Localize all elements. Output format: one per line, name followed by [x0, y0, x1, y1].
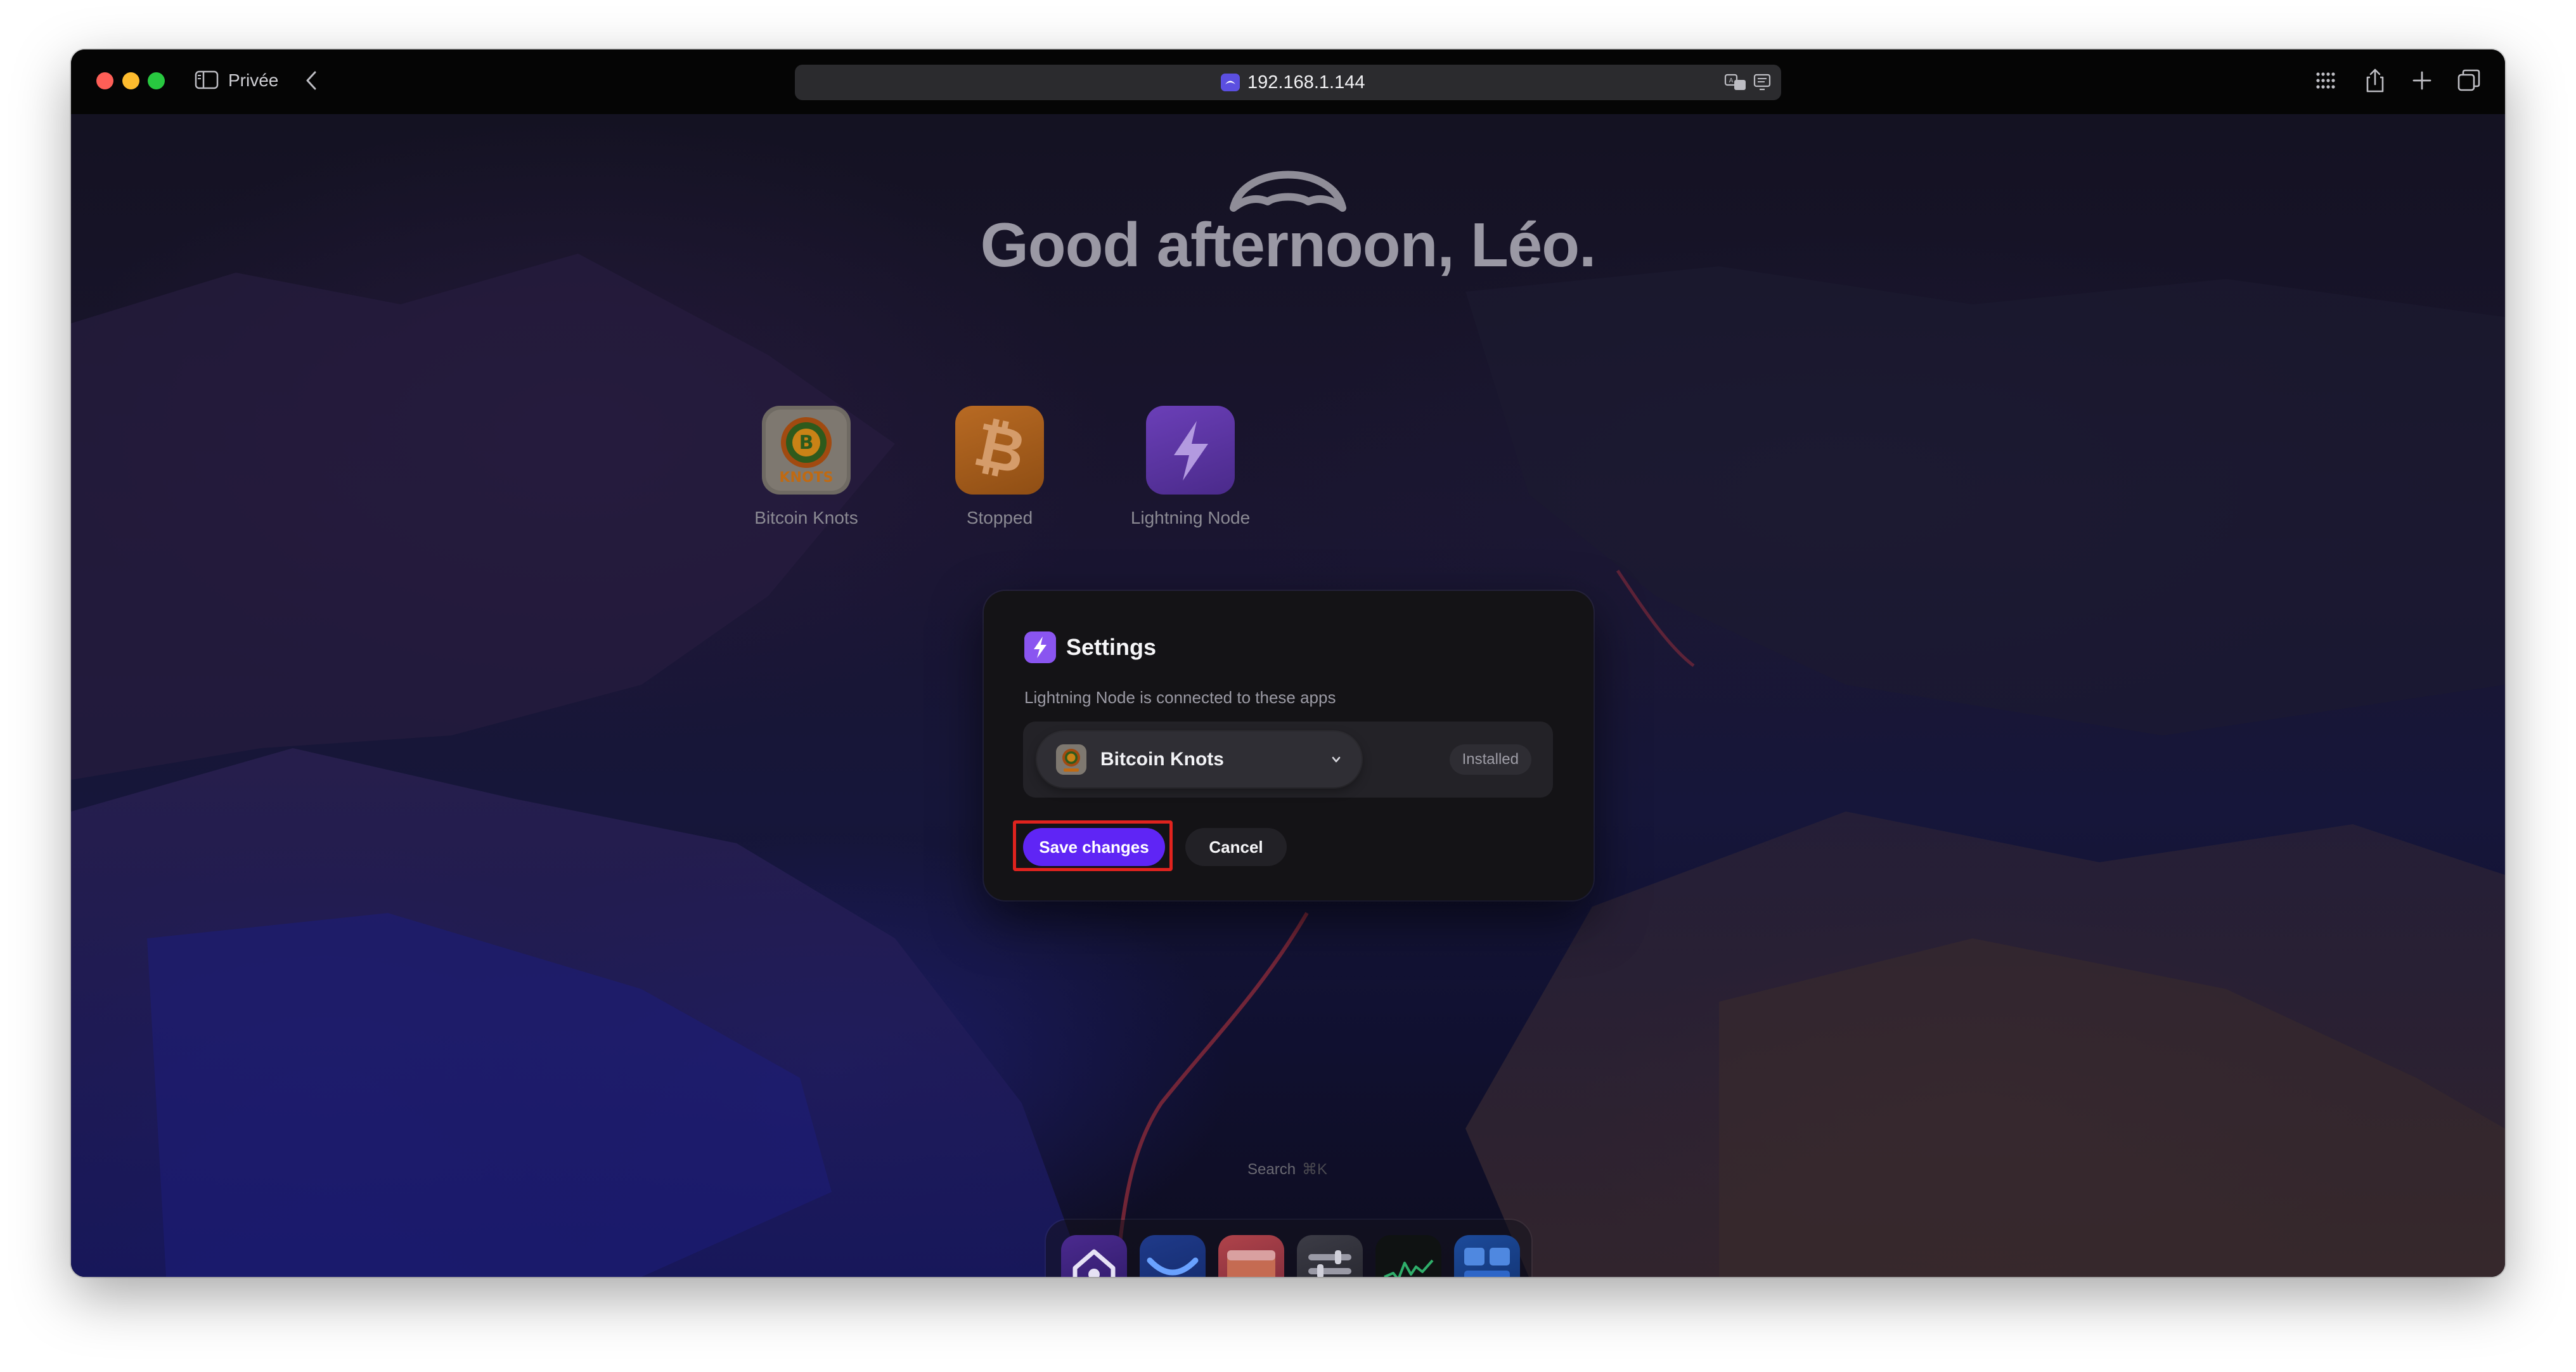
settings-icon — [1308, 1250, 1351, 1277]
connected-app-row: Bitcoin Knots Installed — [1023, 722, 1553, 798]
home-icon — [1072, 1249, 1116, 1277]
translate-icon[interactable]: A — [1724, 72, 1747, 93]
svg-text:B: B — [799, 432, 814, 454]
status-badge: Installed — [1449, 744, 1531, 775]
search-hint[interactable]: Search ⌘K — [1247, 1160, 1327, 1179]
svg-text:₿: ₿ — [969, 408, 1032, 488]
widgets-icon — [1464, 1248, 1510, 1277]
app-label: Stopped — [966, 508, 1033, 527]
app-label: Lightning Node — [1130, 508, 1251, 527]
grid-icon[interactable] — [2312, 67, 2339, 94]
settings-dialog: Settings Lightning Node is connected to … — [984, 591, 1594, 900]
save-changes-button[interactable]: Save changes — [1023, 828, 1165, 866]
reader-icon[interactable] — [1752, 72, 1772, 93]
minimize-window-button[interactable] — [122, 72, 139, 89]
lightning-bolt-icon — [1146, 406, 1235, 495]
address-bar[interactable]: 192.168.1.144 A — [795, 65, 1781, 100]
umbrel-dashboard: Good afternoon, Léo. B KNOTS Bitcoin Kno… — [71, 114, 2505, 1277]
dock-settings-button[interactable] — [1297, 1235, 1363, 1277]
bitcoin-knots-icon — [1056, 744, 1086, 775]
chevron-left-icon[interactable] — [302, 68, 322, 93]
cancel-button[interactable]: Cancel — [1185, 828, 1287, 866]
app-bitcoin-knots[interactable]: B KNOTS Bitcoin Knots — [730, 406, 882, 529]
plus-icon[interactable] — [2409, 67, 2435, 94]
dock-files-button[interactable] — [1218, 1235, 1284, 1277]
sidebar-icon[interactable] — [195, 70, 219, 90]
umbrel-site-icon — [1221, 74, 1240, 91]
dialog-description: Lightning Node is connected to these app… — [1024, 688, 1336, 707]
app-lightning-node[interactable]: Lightning Node — [1114, 406, 1266, 529]
app-store-icon — [1147, 1257, 1199, 1276]
dock-widgets-button[interactable] — [1454, 1235, 1520, 1277]
zoom-window-button[interactable] — [148, 72, 165, 89]
dialog-title: Settings — [1066, 634, 1157, 660]
connected-app-select[interactable]: Bitcoin Knots — [1037, 732, 1362, 787]
chevron-down-icon — [1332, 756, 1341, 763]
bitcoin-icon: ₿ — [955, 406, 1044, 495]
files-icon — [1227, 1250, 1275, 1277]
lightning-bolt-icon — [1024, 631, 1056, 663]
bitcoin-knots-icon: B KNOTS — [762, 406, 851, 495]
private-browsing-label: Privée — [228, 70, 279, 90]
live-usage-icon — [1384, 1259, 1434, 1277]
selected-app-label: Bitcoin Knots — [1100, 749, 1224, 770]
close-window-button[interactable] — [96, 72, 113, 89]
app-label: Bitcoin Knots — [754, 508, 858, 527]
dock-home-button[interactable] — [1061, 1235, 1127, 1277]
url-text: 192.168.1.144 — [1247, 72, 1365, 93]
dock-app-store-button[interactable] — [1140, 1235, 1206, 1277]
tabs-icon[interactable] — [2456, 67, 2482, 94]
share-icon[interactable] — [2362, 67, 2388, 94]
umbrel-logo-icon — [1230, 171, 1346, 212]
search-label: Search — [1247, 1161, 1296, 1178]
svg-text:KNOTS: KNOTS — [779, 470, 833, 486]
greeting-heading: Good afternoon, Léo. — [980, 210, 1597, 280]
browser-toolbar: Privée 192.168.1.144 A — [71, 49, 2505, 114]
svg-text:A: A — [1729, 77, 1734, 84]
app-bitcoin-stopped[interactable]: ₿ Stopped — [924, 406, 1076, 529]
browser-window: Privée 192.168.1.144 A Good afternoon, L… — [71, 49, 2505, 1277]
search-shortcut: ⌘K — [1302, 1161, 1328, 1178]
dock — [1046, 1220, 1531, 1277]
dock-live-usage-button[interactable] — [1375, 1235, 1441, 1277]
